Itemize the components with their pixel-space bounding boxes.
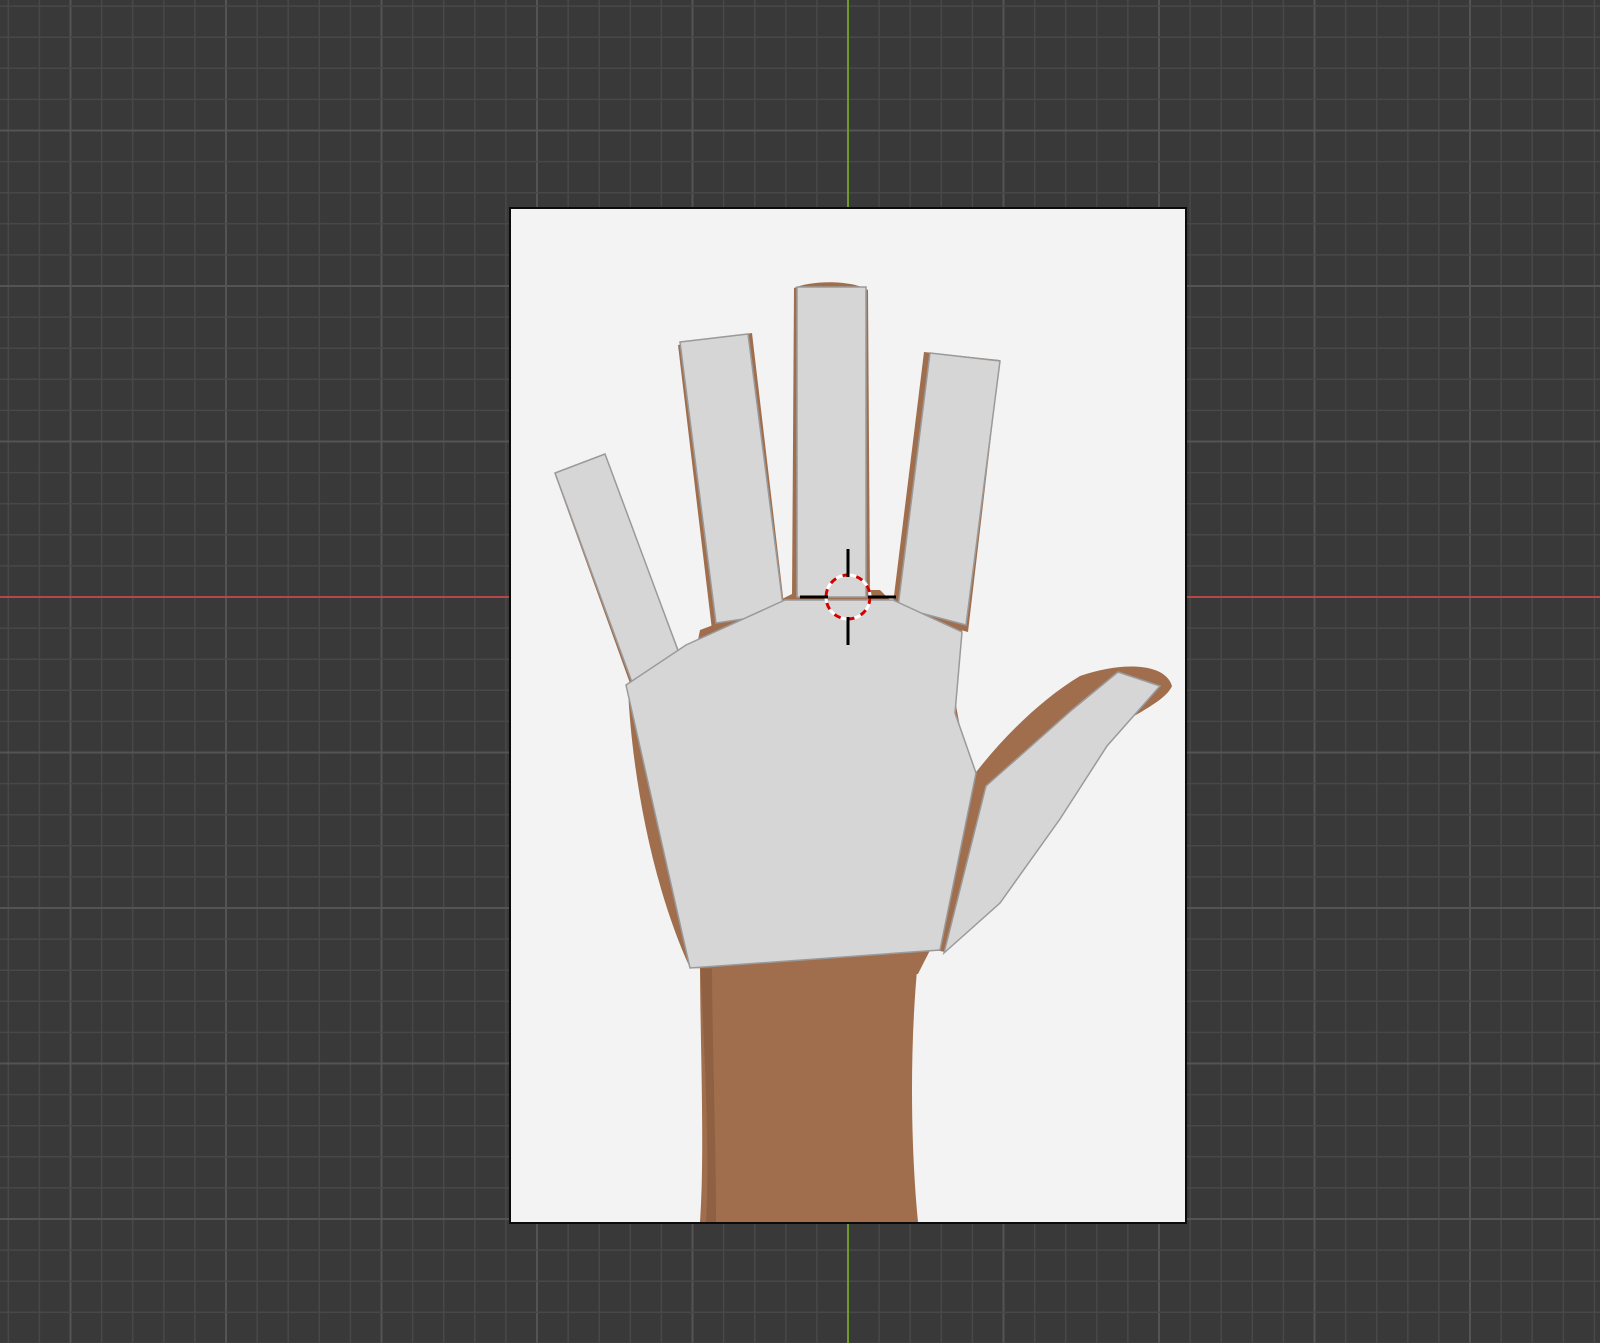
mesh-pinky[interactable] — [554, 453, 687, 694]
3d-viewport[interactable] — [0, 0, 1600, 1343]
scene-overlay — [554, 282, 1172, 1222]
hand-mesh[interactable] — [554, 286, 1162, 969]
mesh-middle-finger[interactable] — [796, 286, 867, 598]
mesh-palm[interactable] — [625, 599, 977, 969]
forearm — [700, 960, 918, 1222]
